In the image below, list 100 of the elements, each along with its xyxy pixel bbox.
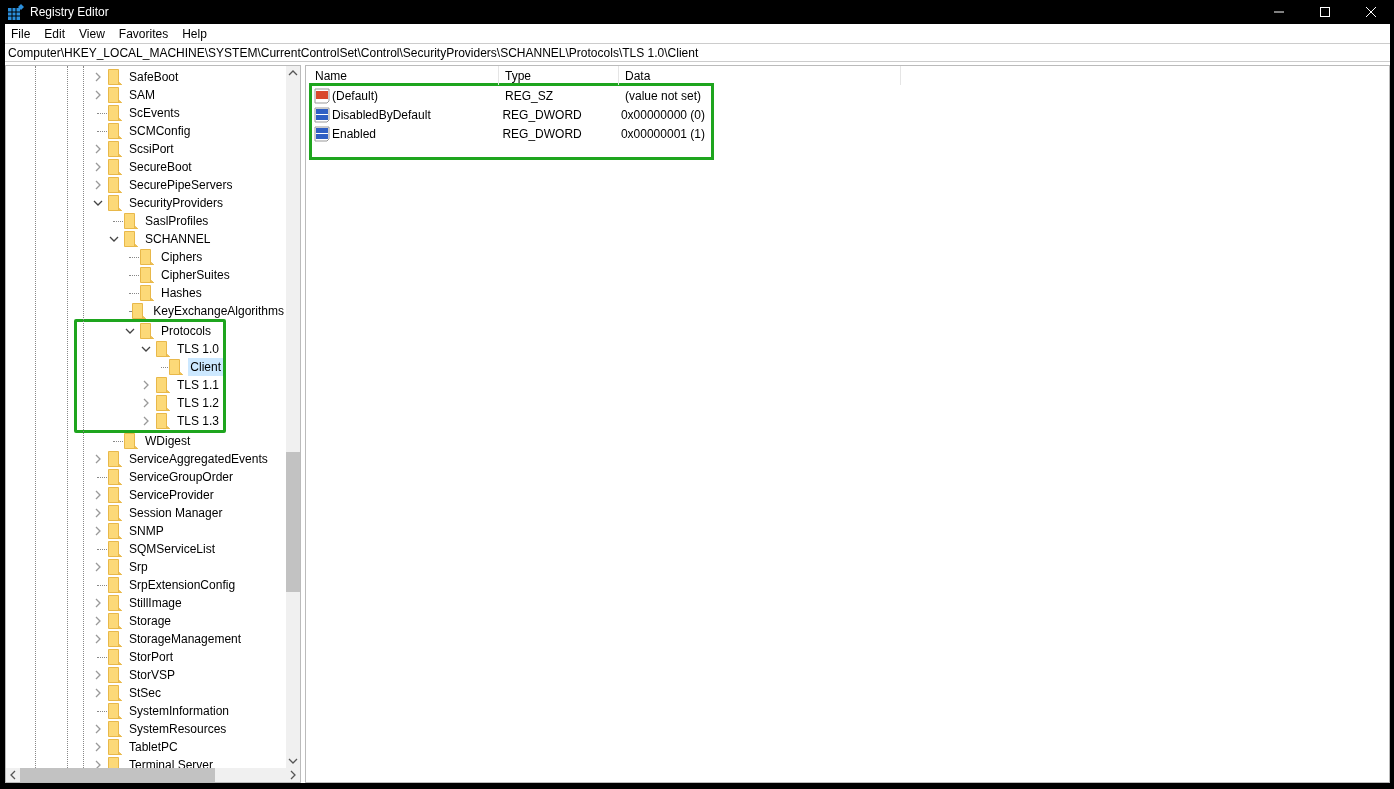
- chevron-right-icon[interactable]: [93, 670, 103, 680]
- folder-icon: [108, 685, 122, 701]
- window-title: Registry Editor: [30, 4, 109, 21]
- tree-item[interactable]: SQMServiceList: [127, 540, 218, 558]
- chevron-right-icon[interactable]: [93, 508, 103, 518]
- tree-item[interactable]: Srp: [127, 558, 150, 576]
- menu-item[interactable]: Help: [182, 24, 207, 43]
- folder-icon: [108, 523, 122, 539]
- tree-item[interactable]: SafeBoot: [127, 68, 181, 86]
- tree-item[interactable]: WDigest: [143, 432, 193, 450]
- tree-item[interactable]: Client: [188, 358, 223, 376]
- chevron-right-icon[interactable]: [141, 398, 151, 408]
- folder-icon: [108, 177, 122, 193]
- chevron-right-icon[interactable]: [93, 742, 103, 752]
- folder-icon: [108, 649, 122, 665]
- tree-item[interactable]: TLS 1.0: [175, 340, 222, 358]
- folder-icon: [108, 451, 122, 467]
- tree-item[interactable]: StorVSP: [127, 666, 178, 684]
- tree-item[interactable]: ScsiPort: [127, 140, 176, 158]
- folder-icon: [108, 631, 122, 647]
- chevron-right-icon[interactable]: [93, 616, 103, 626]
- tree-item[interactable]: TLS 1.1: [175, 376, 222, 394]
- tree-item[interactable]: SecurityProviders: [127, 194, 226, 212]
- tree-item[interactable]: CipherSuites: [159, 266, 232, 284]
- chevron-right-icon[interactable]: [141, 380, 151, 390]
- chevron-right-icon[interactable]: [93, 454, 103, 464]
- chevron-right-icon[interactable]: [93, 598, 103, 608]
- menu-item[interactable]: View: [79, 24, 105, 43]
- chevron-right-icon[interactable]: [93, 688, 103, 698]
- menu-item[interactable]: File: [11, 24, 31, 43]
- tree-item[interactable]: SAM: [127, 86, 157, 104]
- tree-item[interactable]: TLS 1.3: [175, 412, 222, 430]
- chevron-right-icon[interactable]: [141, 416, 151, 426]
- tree-item[interactable]: TabletPC: [127, 738, 180, 756]
- column-header[interactable]: Type: [499, 66, 619, 85]
- chevron-right-icon[interactable]: [93, 72, 103, 82]
- column-header[interactable]: Data: [619, 66, 901, 85]
- tree-item[interactable]: SecurePipeServers: [127, 176, 235, 194]
- tree-item[interactable]: SCHANNEL: [143, 230, 213, 248]
- folder-icon: [108, 505, 122, 521]
- menu-item[interactable]: Edit: [44, 24, 66, 43]
- value-data: (value not set): [624, 87, 703, 105]
- tree-item[interactable]: ServiceAggregatedEvents: [127, 450, 270, 468]
- chevron-down-icon[interactable]: [93, 198, 103, 208]
- tree-item[interactable]: Storage: [127, 612, 174, 630]
- column-header[interactable]: Name: [309, 66, 499, 85]
- chevron-right-icon[interactable]: [93, 144, 103, 154]
- string-value-icon: [314, 87, 330, 104]
- value-name[interactable]: Enabled: [332, 124, 377, 143]
- tree-item[interactable]: SaslProfiles: [143, 212, 211, 230]
- binary-value-icon: [314, 125, 330, 142]
- folder-icon: [108, 87, 122, 103]
- tree-item[interactable]: SystemInformation: [127, 702, 232, 720]
- scrollbar-thumb[interactable]: [286, 452, 300, 592]
- folder-icon: [108, 721, 122, 737]
- chevron-right-icon[interactable]: [93, 90, 103, 100]
- chevron-right-icon[interactable]: [93, 724, 103, 734]
- tree-item[interactable]: SrpExtensionConfig: [127, 576, 238, 594]
- folder-icon: [140, 285, 154, 301]
- tree-item[interactable]: StorageManagement: [127, 630, 244, 648]
- tree-item[interactable]: Hashes: [159, 284, 204, 302]
- folder-icon: [108, 123, 122, 139]
- chevron-down-icon[interactable]: [141, 344, 151, 354]
- tree-item[interactable]: Ciphers: [159, 248, 205, 266]
- tree-item[interactable]: ScEvents: [127, 104, 182, 122]
- chevron-down-icon[interactable]: [109, 234, 119, 244]
- tree-item[interactable]: ServiceProvider: [127, 486, 216, 504]
- chevron-right-icon[interactable]: [93, 634, 103, 644]
- folder-icon: [108, 195, 122, 211]
- chevron-right-icon[interactable]: [93, 162, 103, 172]
- folder-icon: [108, 739, 122, 755]
- tree-item[interactable]: SecureBoot: [127, 158, 194, 176]
- address-bar[interactable]: Computer\HKEY_LOCAL_MACHINE\SYSTEM\CurrentControlSet\Control\SecurityProviders\SCHANNEL\Protocols\TLS 1.0\Client: [5, 43, 1390, 62]
- tree-item[interactable]: Protocols: [159, 322, 214, 340]
- tree-item[interactable]: SystemResources: [127, 720, 229, 738]
- tree-item[interactable]: StorPort: [127, 648, 175, 666]
- value-name[interactable]: (Default): [332, 86, 378, 105]
- chevron-right-icon[interactable]: [93, 490, 103, 500]
- chevron-down-icon[interactable]: [125, 326, 135, 336]
- tree-item[interactable]: SNMP: [127, 522, 166, 540]
- folder-icon: [156, 377, 170, 393]
- tree-item[interactable]: TLS 1.2: [175, 394, 222, 412]
- chevron-right-icon[interactable]: [93, 526, 103, 536]
- menu-item[interactable]: Favorites: [118, 24, 169, 43]
- folder-icon: [140, 323, 154, 339]
- value-data: 0x00000001 (1): [619, 125, 706, 143]
- tree-item[interactable]: SCMConfig: [127, 122, 193, 140]
- folder-icon: [124, 231, 138, 247]
- tree-item[interactable]: StillImage: [127, 594, 184, 612]
- tree-item[interactable]: StSec: [127, 684, 163, 702]
- tree-item[interactable]: ServiceGroupOrder: [127, 468, 236, 486]
- folder-icon: [108, 469, 122, 485]
- tree-item[interactable]: Session Manager: [127, 504, 225, 522]
- chevron-right-icon[interactable]: [93, 562, 103, 572]
- folder-icon: [108, 141, 122, 157]
- tree-item[interactable]: KeyExchangeAlgorithms: [151, 302, 286, 320]
- scrollbar-thumb[interactable]: [20, 768, 215, 782]
- folder-icon: [108, 105, 122, 121]
- chevron-right-icon[interactable]: [93, 180, 103, 190]
- value-name[interactable]: DisabledByDefault: [332, 105, 431, 124]
